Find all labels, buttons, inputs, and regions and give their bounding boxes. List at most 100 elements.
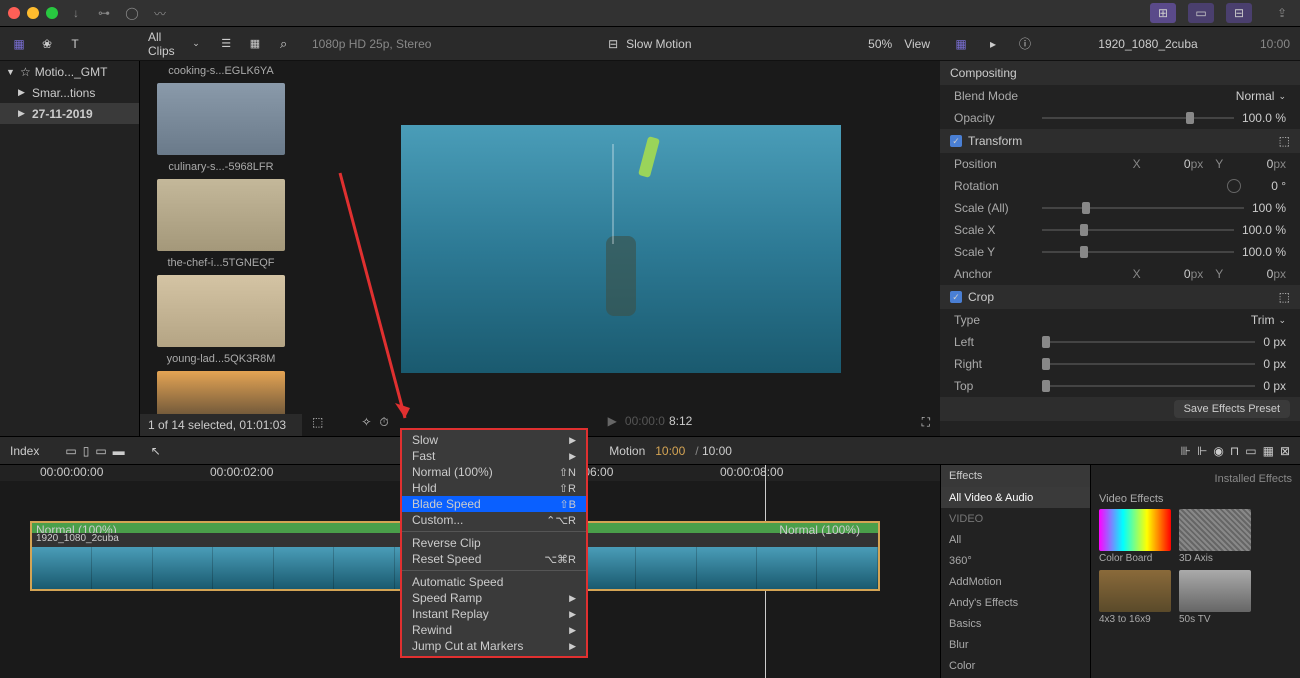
clip-thumbnail[interactable]: [157, 83, 285, 155]
color-tab-icon[interactable]: ▸: [982, 33, 1004, 55]
effects-category[interactable]: Color: [941, 655, 1090, 676]
tl-icon[interactable]: ▦: [1263, 444, 1274, 458]
secondary-toolbar: ▦ ❀ T All Clips ⌄ ☰ ▦ ⌕ 1080p HD 25p, St…: [0, 27, 1300, 61]
list-icon[interactable]: ▦: [245, 33, 266, 55]
effect-thumbnail[interactable]: 50s TV: [1179, 570, 1251, 625]
sidebar-item-label: Smar...tions: [32, 86, 95, 100]
blend-mode-value[interactable]: Normal ⌄: [1236, 89, 1286, 103]
import-icon[interactable]: ↓: [66, 3, 86, 23]
view-dropdown[interactable]: View: [904, 37, 930, 51]
retime-icon[interactable]: ⏱: [379, 415, 388, 430]
titles-icon[interactable]: T: [64, 33, 86, 55]
bg-task-icon[interactable]: ◯: [122, 3, 142, 23]
disclosure-icon[interactable]: ▶: [18, 87, 28, 98]
clip-item[interactable]: cooking-s...EGLK6YA: [140, 61, 302, 157]
effects-grid: Installed Effects Video Effects Color Bo…: [1091, 465, 1300, 678]
search-icon[interactable]: ⌕: [273, 33, 294, 55]
crop-viewer-icon[interactable]: ⬚: [1279, 290, 1290, 304]
save-effects-preset-button[interactable]: Save Effects Preset: [1174, 400, 1290, 418]
filmstrip-icon[interactable]: ☰: [216, 33, 237, 55]
section-crop[interactable]: ✓ Crop ⬚: [940, 285, 1300, 309]
menu-item[interactable]: Fast▶: [402, 448, 586, 464]
info-tab-icon[interactable]: ⓘ: [1014, 33, 1036, 55]
crop-tool-icon[interactable]: ⬚: [312, 415, 323, 429]
opacity-slider[interactable]: [1042, 117, 1234, 119]
effects-category[interactable]: Andy's Effects: [941, 592, 1090, 613]
crop-checkbox[interactable]: ✓: [950, 291, 962, 303]
effects-category[interactable]: AddMotion: [941, 571, 1090, 592]
effect-thumbnail[interactable]: 3D Axis: [1179, 509, 1251, 564]
insert-icon[interactable]: ▯: [83, 444, 90, 458]
installed-effects-dropdown[interactable]: Installed Effects: [1099, 473, 1292, 489]
section-transform[interactable]: ✓ Transform ⬚: [940, 129, 1300, 153]
fullscreen-icon[interactable]: ⛶: [922, 415, 930, 430]
zoom-dropdown[interactable]: 50%: [868, 37, 892, 51]
effect-thumbnail[interactable]: Color Board: [1099, 509, 1171, 564]
tl-icon[interactable]: ▭: [1245, 444, 1256, 458]
sidebar-item[interactable]: ▶ Smar...tions: [0, 82, 139, 103]
menu-item[interactable]: Jump Cut at Markers▶: [402, 638, 586, 654]
transform-viewer-icon[interactable]: ⬚: [1279, 134, 1290, 148]
close-window[interactable]: [8, 7, 20, 19]
video-effects-header: Video Effects: [1099, 489, 1292, 509]
arrow-tool[interactable]: ↖: [151, 444, 161, 458]
clip-item[interactable]: culinary-s...-5968LFR: [140, 157, 302, 253]
effects-category[interactable]: 360°: [941, 550, 1090, 571]
keyword-icon[interactable]: ⊶: [94, 3, 114, 23]
overwrite-icon[interactable]: ▬: [113, 444, 125, 458]
menu-item[interactable]: Normal (100%)⇧N: [402, 464, 586, 480]
opacity-value[interactable]: 100.0 %: [1242, 111, 1286, 125]
clip-browser: cooking-s...EGLK6YA culinary-s...-5968LF…: [140, 61, 302, 436]
library-toggle[interactable]: ⊞: [1150, 3, 1176, 23]
menu-item[interactable]: Automatic Speed: [402, 574, 586, 590]
maximize-window[interactable]: [46, 7, 58, 19]
timeline-toggle[interactable]: ▭: [1188, 3, 1214, 23]
snap-icon[interactable]: ⊓: [1230, 444, 1239, 458]
window-controls: [8, 7, 58, 19]
disclosure-icon[interactable]: ▶: [18, 108, 28, 119]
effects-category[interactable]: All Video & Audio: [941, 487, 1090, 508]
audio-skim-icon[interactable]: ⊩: [1197, 444, 1207, 458]
transform-checkbox[interactable]: ✓: [950, 135, 962, 147]
menu-item[interactable]: Instant Replay▶: [402, 606, 586, 622]
waveform-icon[interactable]: 〰: [150, 3, 170, 23]
effects-category[interactable]: Basics: [941, 613, 1090, 634]
clip-thumbnail[interactable]: [157, 179, 285, 251]
connect-icon[interactable]: ▭: [65, 444, 76, 458]
opacity-label: Opacity: [954, 111, 1034, 125]
viewer-canvas[interactable]: [302, 61, 940, 436]
skimming-icon[interactable]: ⊪: [1180, 444, 1190, 458]
clip-item[interactable]: the-chef-i...5TGNEQF: [140, 253, 302, 349]
solo-icon[interactable]: ◉: [1213, 444, 1223, 458]
index-button[interactable]: Index: [10, 444, 39, 458]
append-icon[interactable]: ▭: [95, 444, 106, 458]
effects-category[interactable]: Blur: [941, 634, 1090, 655]
menu-item[interactable]: Hold⇧R: [402, 480, 586, 496]
rotation-dial[interactable]: [1227, 179, 1241, 193]
menu-item[interactable]: Blade Speed⇧B: [402, 496, 586, 512]
photos-icon[interactable]: ❀: [36, 33, 58, 55]
effect-thumbnail[interactable]: 4x3 to 16x9: [1099, 570, 1171, 625]
menu-item[interactable]: Slow▶: [402, 432, 586, 448]
enhance-icon[interactable]: ✧: [361, 415, 371, 429]
clip-label: young-lad...5QK3R8M: [144, 351, 298, 371]
menu-item[interactable]: Speed Ramp▶: [402, 590, 586, 606]
inspector-toggle[interactable]: ⊟: [1226, 3, 1252, 23]
section-compositing[interactable]: Compositing: [940, 61, 1300, 85]
clips-filter-dropdown[interactable]: All Clips ⌄: [148, 30, 200, 58]
clip-thumbnail[interactable]: [157, 275, 285, 347]
menu-item[interactable]: Rewind▶: [402, 622, 586, 638]
share-icon[interactable]: ⇪: [1272, 3, 1292, 23]
inspector-footer: Save Effects Preset: [940, 397, 1300, 421]
minimize-window[interactable]: [27, 7, 39, 19]
disclosure-icon[interactable]: ▼: [6, 67, 16, 77]
library-icon[interactable]: ▦: [8, 33, 30, 55]
effects-category[interactable]: All: [941, 529, 1090, 550]
video-tab-icon[interactable]: ▦: [950, 33, 972, 55]
sidebar-item[interactable]: ▼ ☆ Motio..._GMT: [0, 61, 139, 82]
sidebar-item[interactable]: ▶ 27-11-2019: [0, 103, 139, 124]
menu-item[interactable]: Custom...⌃⌥R: [402, 512, 586, 528]
menu-item[interactable]: Reset Speed⌥⌘R: [402, 551, 586, 567]
play-icon[interactable]: ▶: [608, 414, 617, 428]
tl-icon[interactable]: ⊠: [1280, 444, 1290, 458]
